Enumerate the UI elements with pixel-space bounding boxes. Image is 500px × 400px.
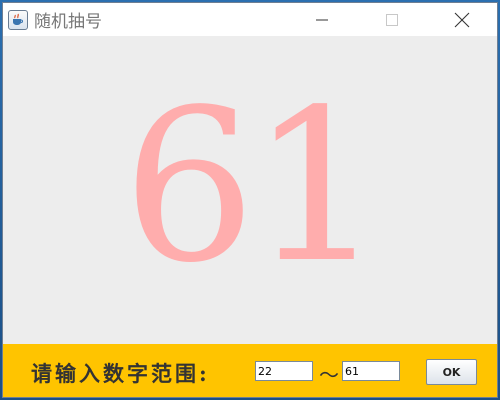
close-icon <box>454 12 469 27</box>
minimize-button[interactable] <box>299 3 344 36</box>
range-label: 请输入数字范围: <box>31 361 210 386</box>
range-min-input[interactable] <box>255 361 313 381</box>
maximize-icon <box>385 13 398 26</box>
range-max-input[interactable] <box>342 361 400 381</box>
range-separator: ～ <box>319 363 339 387</box>
maximize-button[interactable] <box>369 3 414 36</box>
number-display-panel: 61 <box>3 36 497 344</box>
range-input-bar: 请输入数字范围: ～ OK <box>3 344 497 397</box>
ok-button[interactable]: OK <box>426 359 477 385</box>
java-cup-icon <box>8 9 28 30</box>
app-window: 随机抽号 61 请输入数字范围: ～ OK <box>2 2 498 398</box>
window-title: 随机抽号 <box>34 12 102 32</box>
title-bar[interactable]: 随机抽号 <box>3 3 497 36</box>
random-number: 61 <box>122 64 383 309</box>
minimize-icon <box>315 19 328 20</box>
close-button[interactable] <box>439 3 484 36</box>
